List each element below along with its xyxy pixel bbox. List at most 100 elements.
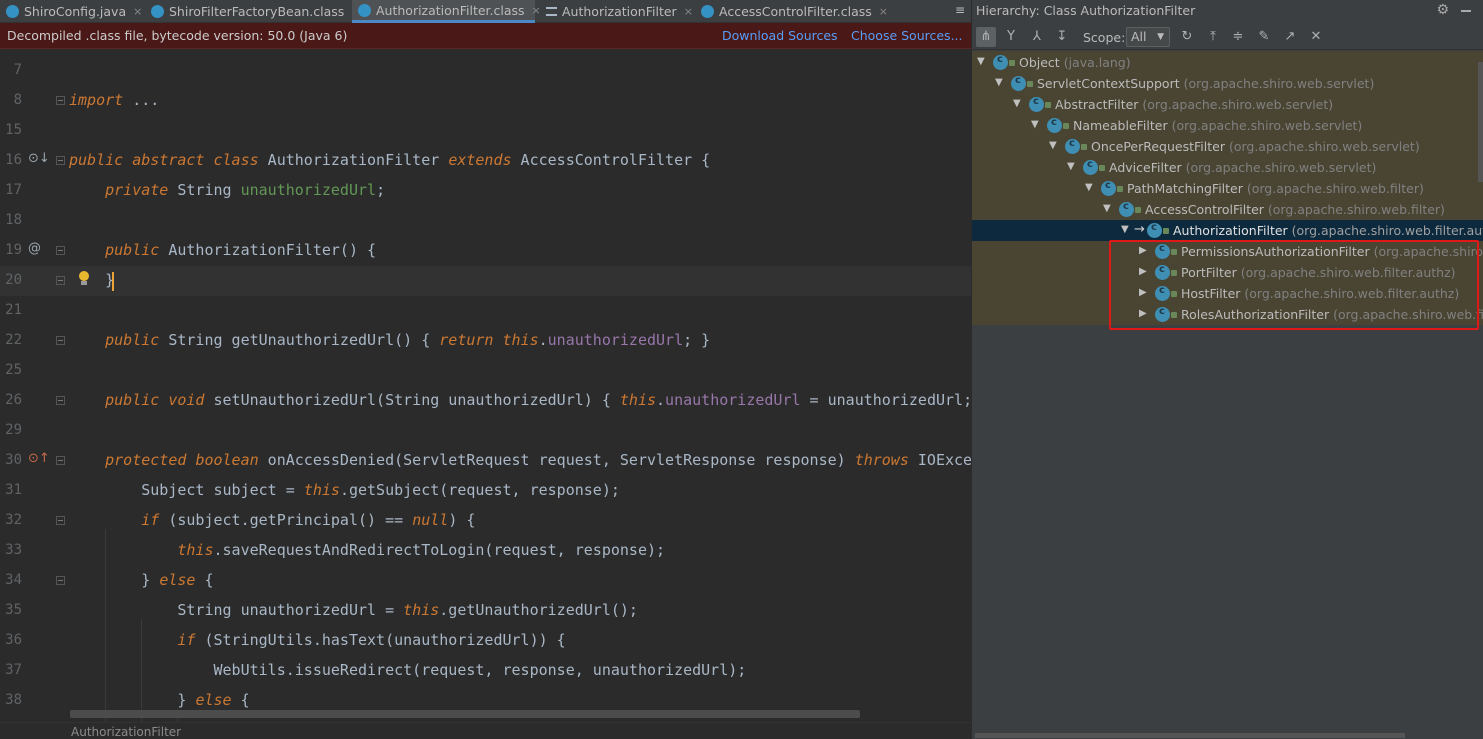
code-line[interactable]: 25 xyxy=(0,356,971,386)
code-text[interactable]: public AuthorizationFilter() { xyxy=(69,241,376,259)
line-number[interactable]: 31 xyxy=(0,482,22,498)
expand-arrow-icon[interactable]: ▼ xyxy=(1085,182,1093,193)
horizontal-scrollbar[interactable] xyxy=(70,710,860,718)
code-text[interactable]: import ... xyxy=(69,91,159,109)
expand-arrow-icon[interactable]: ▼ xyxy=(1031,119,1039,130)
code-line[interactable]: 37 WebUtils.issueRedirect(request, respo… xyxy=(0,656,971,686)
tab-authorizationfilter-class[interactable]: AuthorizationFilter.class × xyxy=(352,0,541,23)
code-text[interactable]: this.saveRequestAndRedirectToLogin(reque… xyxy=(69,541,665,559)
expand-arrow-icon[interactable]: ▼ xyxy=(977,56,985,67)
code-line[interactable]: 36 if (StringUtils.hasText(unauthorizedU… xyxy=(0,626,971,656)
pin-icon[interactable]: ✎ xyxy=(1254,27,1274,47)
code-text[interactable]: if (subject.getPrincipal() == null) { xyxy=(69,511,475,529)
line-number[interactable]: 37 xyxy=(0,662,22,678)
line-number[interactable]: 33 xyxy=(0,542,22,558)
code-line[interactable]: 7 xyxy=(0,56,971,86)
expand-arrow-icon[interactable]: ▼ xyxy=(1121,224,1129,235)
expand-arrow-icon[interactable]: ▼ xyxy=(1103,203,1111,214)
class-hierarchy-icon[interactable]: ⋔ xyxy=(976,27,996,47)
tree-node[interactable]: ▼ ServletContextSupport (org.apache.shiro… xyxy=(972,73,1483,94)
line-number[interactable]: 21 xyxy=(0,302,22,318)
tree-node[interactable]: ▼ AbstractFilter (org.apache.shiro.web.se… xyxy=(972,94,1483,115)
line-number[interactable]: 7 xyxy=(0,62,22,78)
expand-arrow-icon[interactable]: ▼ xyxy=(1067,161,1075,172)
sort-icon[interactable]: ↧ xyxy=(1052,27,1072,47)
line-number[interactable]: 26 xyxy=(0,392,22,408)
fold-toggle-icon[interactable] xyxy=(56,336,65,345)
tree-node[interactable]: ▼ NameableFilter (org.apache.shiro.web.se… xyxy=(972,115,1483,136)
expand-all-icon[interactable]: ≑ xyxy=(1228,27,1248,47)
code-line[interactable]: 30 ⊙↑ protected boolean onAccessDenied(Se… xyxy=(0,446,971,476)
subtypes-icon[interactable]: ⅄ xyxy=(1027,27,1047,47)
tab-accesscontrolfilter-class[interactable]: AccessControlFilter.class × xyxy=(695,0,888,23)
line-number[interactable]: 32 xyxy=(0,512,22,528)
line-number[interactable]: 19 xyxy=(0,242,22,258)
code-line[interactable]: 17 private String unauthorizedUrl; xyxy=(0,176,971,206)
tab-shiroconfig-java[interactable]: ShiroConfig.java × xyxy=(0,0,142,23)
line-number[interactable]: 8 xyxy=(0,92,22,108)
line-number[interactable]: 17 xyxy=(0,182,22,198)
code-text[interactable]: public abstract class AuthorizationFilte… xyxy=(69,151,710,169)
fold-toggle-icon[interactable] xyxy=(56,276,65,285)
code-text[interactable]: private String unauthorizedUrl; xyxy=(69,181,385,199)
line-number[interactable]: 20 xyxy=(0,272,22,288)
fold-toggle-icon[interactable] xyxy=(56,156,65,165)
lightbulb-icon[interactable] xyxy=(78,271,90,286)
line-number[interactable]: 22 xyxy=(0,332,22,348)
code-text[interactable]: } else { xyxy=(69,571,213,589)
code-line[interactable]: 32 if (subject.getPrincipal() == null) { xyxy=(0,506,971,536)
code-text[interactable]: WebUtils.issueRedirect(request, response… xyxy=(69,661,746,679)
fold-toggle-icon[interactable] xyxy=(56,96,65,105)
line-number[interactable]: 38 xyxy=(0,692,22,708)
editor-pane[interactable]: ShiroConfig.java × ShiroFilterFactoryBea… xyxy=(0,0,971,739)
choose-sources-link[interactable]: Choose Sources... xyxy=(851,28,963,43)
code-text[interactable]: String unauthorizedUrl = this.getUnautho… xyxy=(69,601,638,619)
code-line[interactable]: 26 public void setUnauthorizedUrl(String… xyxy=(0,386,971,416)
code-line[interactable]: 15 xyxy=(0,116,971,146)
close-icon[interactable]: × xyxy=(133,5,142,18)
line-number[interactable]: 15 xyxy=(0,122,22,138)
code-area[interactable]: 7 8 import ... 15 16 ⊙↓ public abstract class … xyxy=(0,49,971,739)
scope-select[interactable]: All ▼ xyxy=(1126,27,1170,47)
close-icon[interactable]: × xyxy=(879,5,888,18)
hierarchy-vertical-scrollbar[interactable] xyxy=(1478,62,1483,182)
code-text[interactable]: } else { xyxy=(69,691,249,709)
tree-node[interactable]: ▼ Object (java.lang) xyxy=(972,52,1483,73)
fold-toggle-icon[interactable] xyxy=(56,246,65,255)
open-in-editor-icon[interactable]: ↗ xyxy=(1280,27,1300,47)
code-text[interactable]: public void setUnauthorizedUrl(String un… xyxy=(69,391,971,409)
tree-node[interactable]: ▼ AdviceFilter (org.apache.shiro.web.serv… xyxy=(972,157,1483,178)
code-line[interactable]: 33 this.saveRequestAndRedirectToLogin(re… xyxy=(0,536,971,566)
code-line[interactable]: 18 xyxy=(0,206,971,236)
line-number[interactable]: 35 xyxy=(0,602,22,618)
tree-node[interactable]: ▼ PathMatchingFilter (org.apache.shiro.we… xyxy=(972,178,1483,199)
expand-arrow-icon[interactable]: ▼ xyxy=(1013,98,1021,109)
override-gutter-icon[interactable]: ⊙↑ xyxy=(28,451,50,466)
override-gutter-icon[interactable]: ⊙↓ xyxy=(28,151,50,166)
tree-node[interactable]: ▼ AccessControlFilter (org.apache.shiro.w… xyxy=(972,199,1483,220)
download-sources-link[interactable]: Download Sources xyxy=(722,28,838,43)
export-icon[interactable]: ⤒ xyxy=(1203,27,1223,47)
line-number[interactable]: 16 xyxy=(0,152,22,168)
code-line[interactable]: 20 } xyxy=(0,266,971,296)
gear-icon[interactable]: ⚙ xyxy=(1436,2,1449,18)
close-icon[interactable]: ✕ xyxy=(1306,27,1326,47)
breadcrumb-item[interactable]: AuthorizationFilter xyxy=(71,725,181,739)
fold-toggle-icon[interactable] xyxy=(56,396,65,405)
hierarchy-horizontal-scrollbar[interactable] xyxy=(975,733,1405,738)
code-text[interactable]: } xyxy=(69,271,114,289)
code-line[interactable]: 35 String unauthorizedUrl = this.getUnau… xyxy=(0,596,971,626)
tree-node[interactable]: ▼ OncePerRequestFilter (org.apache.shiro.… xyxy=(972,136,1483,157)
code-line[interactable]: 21 xyxy=(0,296,971,326)
line-number[interactable]: 30 xyxy=(0,452,22,468)
code-text[interactable]: if (StringUtils.hasText(unauthorizedUrl)… xyxy=(69,631,565,649)
tab-authorizationfilter-structure[interactable]: AuthorizationFilter × xyxy=(540,0,693,23)
line-number[interactable]: 25 xyxy=(0,362,22,378)
expand-arrow-icon[interactable]: ▼ xyxy=(995,77,1003,88)
tab-list-menu-icon[interactable]: ≡ xyxy=(955,3,965,17)
annotation-gutter-icon[interactable]: @ xyxy=(28,241,41,256)
close-icon[interactable]: × xyxy=(684,5,693,18)
minimize-icon[interactable] xyxy=(1461,10,1471,12)
code-line[interactable]: 22 public String getUnauthorizedUrl() { … xyxy=(0,326,971,356)
line-number[interactable]: 29 xyxy=(0,422,22,438)
